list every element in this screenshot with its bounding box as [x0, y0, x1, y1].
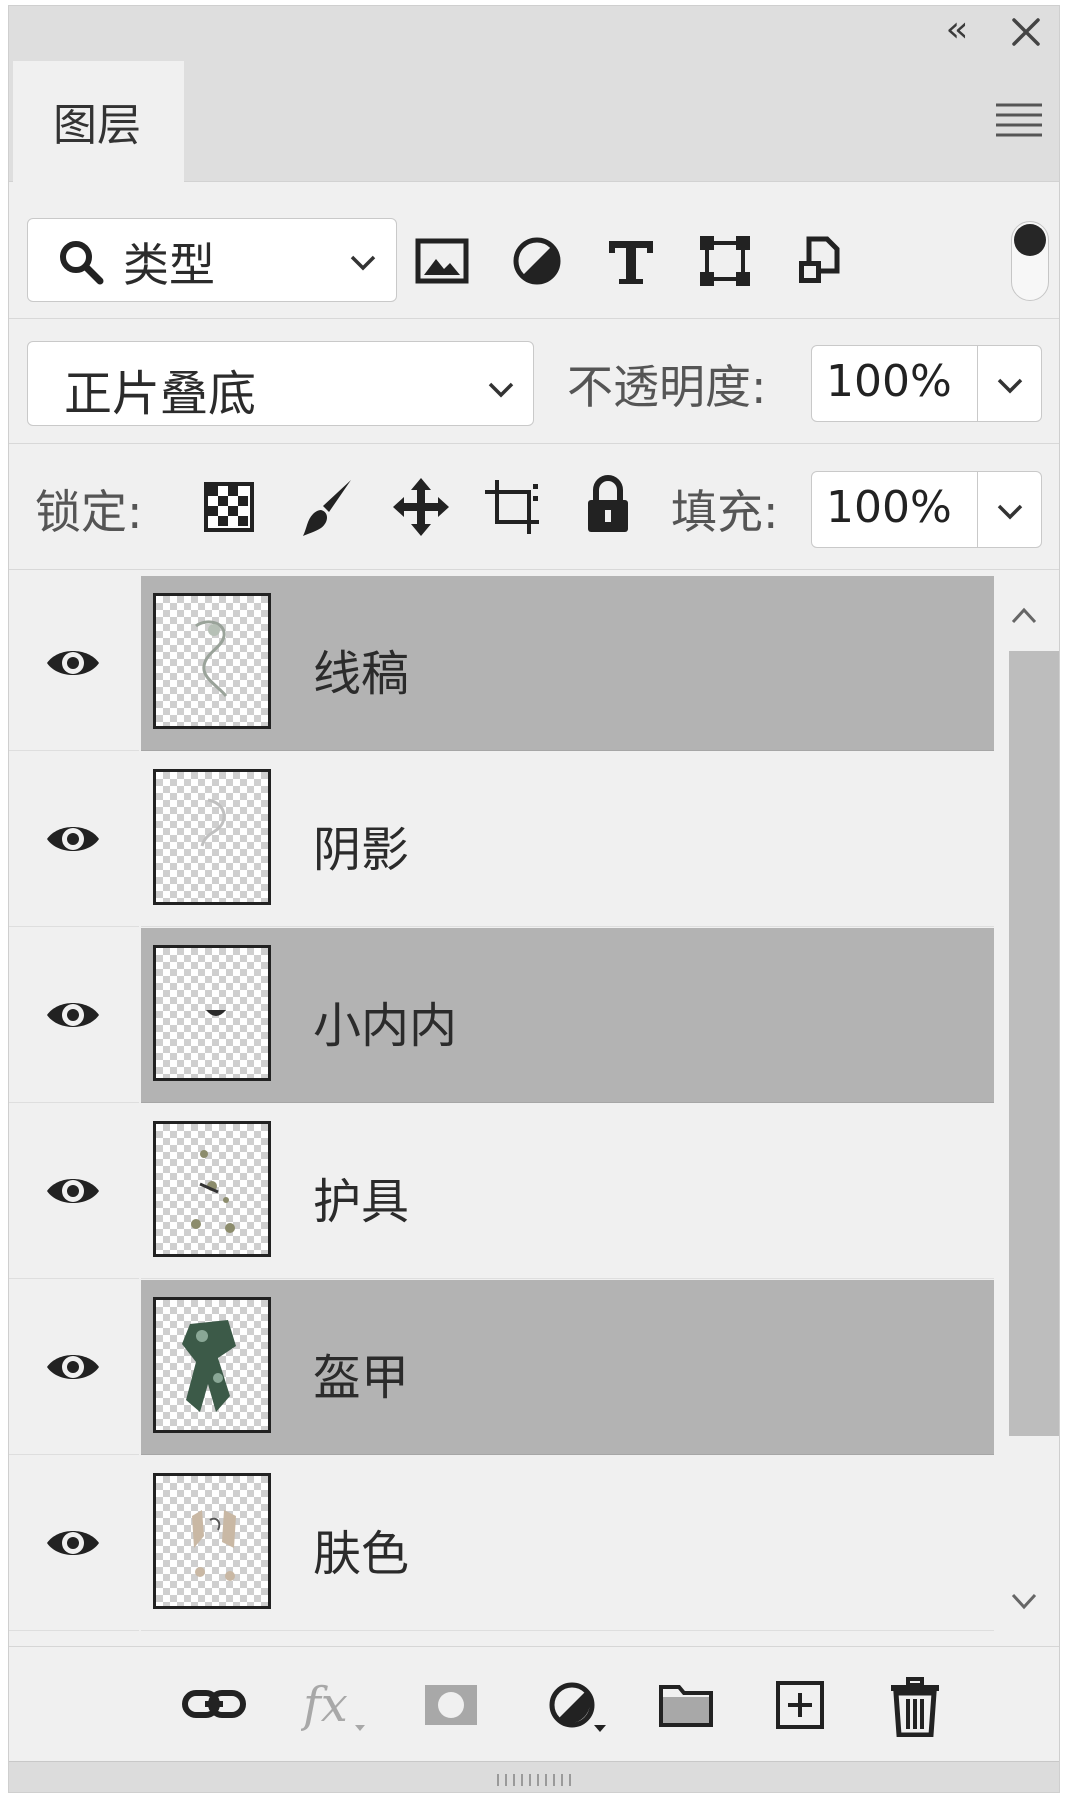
- eye-icon[interactable]: [44, 1348, 102, 1386]
- layer-name[interactable]: 线稿: [313, 634, 409, 704]
- scroll-up-icon[interactable]: [1009, 604, 1039, 628]
- svg-text:fx: fx: [301, 1677, 348, 1733]
- visibility-toggle[interactable]: [9, 1456, 139, 1631]
- layer-body[interactable]: 护具: [141, 1104, 994, 1279]
- new-group-folder-icon[interactable]: [657, 1677, 715, 1733]
- layer-thumbnail: [153, 1473, 271, 1609]
- layer-thumbnail: [153, 769, 271, 905]
- layer-thumbnail: [153, 1297, 271, 1433]
- eye-icon[interactable]: [44, 1172, 102, 1210]
- eye-icon[interactable]: [44, 996, 102, 1034]
- lock-artboard-icon[interactable]: [483, 478, 545, 536]
- layer-thumbnail: [153, 945, 271, 1081]
- blend-mode-select[interactable]: 正片叠底: [27, 341, 534, 426]
- layer-row[interactable]: 盔甲: [9, 1280, 994, 1455]
- opacity-field[interactable]: 100%: [811, 345, 1042, 422]
- visibility-toggle[interactable]: [9, 752, 139, 927]
- layer-body[interactable]: 肤色: [141, 1456, 994, 1631]
- layer-row[interactable]: 肤色: [9, 1456, 994, 1631]
- fill-label: 填充:: [671, 485, 779, 539]
- double-chevron-left-icon[interactable]: ‹‹: [934, 12, 974, 48]
- blend-mode-value: 正片叠底: [64, 366, 257, 422]
- text-filter-icon[interactable]: [603, 231, 659, 291]
- fill-value[interactable]: 100%: [826, 482, 952, 533]
- lock-transparent-pixels-icon[interactable]: [204, 482, 254, 532]
- eye-icon[interactable]: [44, 1524, 102, 1562]
- layer-name[interactable]: 小内内: [313, 986, 457, 1056]
- grip-lines-icon: [497, 1774, 571, 1786]
- divider: [977, 472, 978, 547]
- scroll-down-icon[interactable]: [1009, 1589, 1039, 1613]
- chevron-down-icon[interactable]: [995, 376, 1025, 396]
- opacity-label: 不透明度:: [567, 360, 767, 414]
- tab-layers[interactable]: 图层: [13, 61, 184, 186]
- filter-kind-label: 类型: [123, 238, 215, 292]
- divider: [977, 346, 978, 421]
- search-icon: [56, 237, 106, 287]
- eye-icon[interactable]: [44, 644, 102, 682]
- layer-thumbnail: [153, 593, 271, 729]
- smart-object-filter-icon[interactable]: [791, 231, 847, 291]
- shape-filter-icon[interactable]: [697, 231, 753, 291]
- filter-kind-select[interactable]: 类型: [27, 218, 397, 302]
- tab-layers-label: 图层: [53, 100, 141, 151]
- layer-name[interactable]: 护具: [313, 1162, 409, 1232]
- divider: [9, 318, 1059, 319]
- filter-on-off-toggle[interactable]: [1011, 221, 1049, 301]
- add-mask-icon[interactable]: [421, 1677, 481, 1733]
- layers-panel: ‹‹ 图层 类型 正片叠底 不透明度: 100% 锁定: 填充: 100% 线稿…: [8, 5, 1060, 1793]
- lock-label: 锁定:: [35, 485, 143, 539]
- chevron-down-icon[interactable]: [995, 502, 1025, 522]
- layer-body[interactable]: 阴影: [141, 752, 994, 927]
- visibility-toggle[interactable]: [9, 1104, 139, 1279]
- tab-bar: 图层: [9, 56, 1059, 186]
- layer-thumbnail: [153, 1121, 271, 1257]
- fill-field[interactable]: 100%: [811, 471, 1042, 548]
- link-layers-icon[interactable]: [181, 1677, 247, 1733]
- chevron-down-icon: [348, 253, 378, 273]
- lock-position-icon[interactable]: [391, 476, 451, 538]
- layer-row[interactable]: 小内内: [9, 928, 994, 1103]
- eye-icon[interactable]: [44, 820, 102, 858]
- layer-name[interactable]: 盔甲: [313, 1338, 409, 1408]
- layer-row[interactable]: 线稿: [9, 576, 994, 751]
- opacity-value[interactable]: 100%: [826, 356, 952, 407]
- visibility-toggle[interactable]: [9, 928, 139, 1103]
- lock-all-icon[interactable]: [584, 474, 632, 536]
- layer-name[interactable]: 肤色: [313, 1514, 409, 1584]
- divider: [9, 569, 1059, 570]
- layer-row[interactable]: 阴影: [9, 752, 994, 927]
- layer-body[interactable]: 线稿: [141, 576, 994, 751]
- new-adjustment-layer-icon[interactable]: [542, 1677, 612, 1733]
- layer-row[interactable]: 护具: [9, 1104, 994, 1279]
- panel-title-strip: ‹‹: [9, 6, 1059, 56]
- hamburger-menu-icon[interactable]: [994, 101, 1044, 139]
- lock-image-pixels-icon[interactable]: [299, 476, 359, 540]
- layers-list: 线稿阴影小内内护具盔甲肤色: [9, 576, 994, 1636]
- visibility-toggle[interactable]: [9, 1280, 139, 1455]
- adjustment-filter-icon[interactable]: [509, 231, 565, 291]
- new-layer-icon[interactable]: [772, 1677, 828, 1733]
- toggle-knob: [1014, 224, 1046, 256]
- visibility-toggle[interactable]: [9, 576, 139, 751]
- delete-layer-icon[interactable]: [889, 1677, 941, 1738]
- divider: [9, 443, 1059, 444]
- layer-name[interactable]: 阴影: [313, 810, 409, 880]
- layers-bottom-toolbar: fx: [9, 1646, 1059, 1757]
- panel-resize-grip[interactable]: [9, 1761, 1059, 1792]
- image-filter-icon[interactable]: [414, 231, 470, 291]
- scrollbar-track[interactable]: [1009, 651, 1059, 1436]
- layer-body[interactable]: 盔甲: [141, 1280, 994, 1455]
- layer-style-fx-icon[interactable]: fx: [300, 1677, 371, 1733]
- layer-body[interactable]: 小内内: [141, 928, 994, 1103]
- chevron-down-icon: [486, 380, 516, 400]
- scrollbar-thumb[interactable]: [1009, 651, 1059, 1436]
- close-icon[interactable]: [1006, 12, 1046, 52]
